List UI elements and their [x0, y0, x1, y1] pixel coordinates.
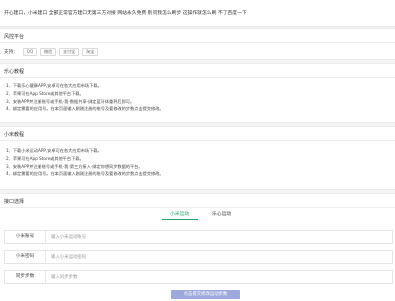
- interface-card: 接口选择 小米运动 乐心运动 小米账号 小米密码 同步步数: [0, 193, 395, 301]
- account-input[interactable]: [51, 233, 351, 241]
- password-input[interactable]: [51, 253, 351, 261]
- steps-field: 同步步数: [4, 270, 393, 284]
- pay-option-wechat[interactable]: 微信: [40, 48, 57, 56]
- list-item: 4、绑定需要的应用号。在本页面输入刚刚注册的账号及要修改的步数点击提交修改。: [6, 171, 164, 177]
- list-item: 3、安装APP并注册账号或手机-我-第三方接入-绑定你想同步数据的平台。: [6, 163, 143, 169]
- interface-tabs: 小米运动 乐心运动: [0, 210, 395, 220]
- divider: [0, 77, 395, 78]
- interface-title: 接口选择: [4, 199, 25, 205]
- payment-title: 风控平台: [4, 34, 25, 40]
- tab-lexin[interactable]: 乐心运动: [212, 210, 231, 217]
- account-field: 小米账号: [4, 230, 393, 244]
- pay-option-qq[interactable]: QQ: [22, 48, 38, 56]
- payment-options: 支持： QQ 微信 支付宝 淘宝: [4, 48, 99, 56]
- pay-option-taobao[interactable]: 淘宝: [82, 48, 99, 56]
- list-item: 2、苹果可在App Store或其他平台下载。: [6, 90, 84, 96]
- divider: [0, 42, 395, 43]
- xiaomi-tutorial-title: 小米教程: [4, 132, 25, 138]
- steps-input[interactable]: [51, 273, 351, 281]
- notice-text: 开心建口，小米建口 全部正常官方建口无第三方对接 网站永久免费 别问我怎么刷步 …: [4, 11, 247, 16]
- xiaomi-steps-list: 1、下载小米运动APP,安卓可在各大应用市场下载。 2、苹果可在App Stor…: [6, 147, 164, 178]
- payment-card: 风控平台 支持： QQ 微信 支付宝 淘宝: [0, 28, 395, 60]
- lexin-steps-list: 1、下载乐心健康APP,安卓可在各大应用市场下载。 2、苹果可在App Stor…: [6, 82, 164, 113]
- tab-xiaomi[interactable]: 小米运动: [170, 210, 189, 217]
- notice-bar: 开心建口，小米建口 全部正常官方建口无第三方对接 网站永久免费 别问我怎么刷步 …: [0, 0, 395, 27]
- submit-button[interactable]: 点击提交修改运动步数: [171, 290, 240, 299]
- steps-label: 同步步数: [5, 271, 46, 283]
- lexin-tutorial-card: 乐心教程 1、下载乐心健康APP,安卓可在各大应用市场下载。 2、苹果可在App…: [0, 63, 395, 123]
- divider: [0, 207, 395, 208]
- xiaomi-tutorial-card: 小米教程 1、下载小米运动APP,安卓可在各大应用市场下载。 2、苹果可在App…: [0, 126, 395, 190]
- lexin-tutorial-title: 乐心教程: [4, 69, 25, 75]
- account-label: 小米账号: [5, 231, 46, 243]
- password-label: 小米密码: [5, 251, 46, 263]
- active-tab-indicator: [162, 219, 198, 220]
- list-item: 3、安装APP并注册账号或手机-我-数据共享-绑定蓝牙体重秤后即可。: [6, 98, 135, 104]
- list-item: 1、下载小米运动APP,安卓可在各大应用市场下载。: [6, 148, 102, 153]
- list-item: 4、绑定需要的应用号。在本页面输入刚刚注册的账号及要修改的步数点击提交修改。: [6, 106, 164, 112]
- list-item: 2、苹果可在App Store或其他平台下载。: [6, 155, 84, 161]
- payment-label: 支持：: [4, 50, 18, 55]
- password-field: 小米密码: [4, 250, 393, 264]
- divider: [0, 140, 395, 141]
- pay-option-alipay[interactable]: 支付宝: [59, 48, 80, 56]
- list-item: 1、下载乐心健康APP,安卓可在各大应用市场下载。: [6, 83, 102, 88]
